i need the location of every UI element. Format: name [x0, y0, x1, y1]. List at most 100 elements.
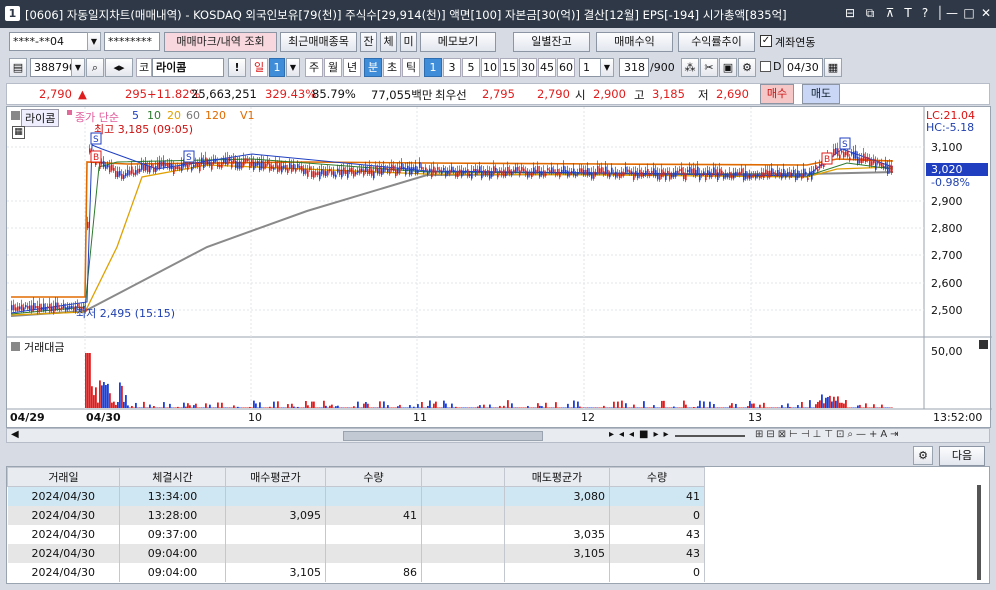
search-icon[interactable]: ⌕	[86, 58, 104, 77]
interval-30[interactable]: 30	[519, 58, 537, 77]
price-chart[interactable]: SBSBS 라이콤 종가 단순 5 10 20 60 120 V1 ▦ 최고 3…	[6, 106, 992, 429]
header-sell-avg[interactable]: 매도평균가	[504, 467, 610, 487]
sell-button[interactable]: 매도	[802, 84, 840, 104]
chart-type-icon[interactable]: ▤	[9, 58, 27, 77]
title-bar: 1 [0606] 자동일지차트(매매내역) - KOSDAQ 외국인보유[79(…	[0, 0, 996, 28]
period-unit[interactable]: 일	[250, 58, 268, 77]
header-sell-qty[interactable]: 수량	[609, 467, 705, 487]
table-row[interactable]: 2024/04/30 13:34:00 3,080 41	[7, 486, 705, 506]
volume-bar	[533, 407, 535, 408]
table-cell: 09:37:00	[119, 524, 226, 544]
trade-profit-button[interactable]: 매매수익	[596, 32, 673, 52]
return-trend-button[interactable]: 수익률추이	[678, 32, 755, 52]
account-link-checkbox[interactable]: ✓	[760, 35, 772, 47]
volume-bar	[701, 407, 703, 408]
tab-month[interactable]: 월	[324, 58, 342, 77]
settings-gear-icon[interactable]: ⚙	[913, 446, 933, 465]
unfilled-small-button[interactable]: 미	[400, 32, 417, 52]
password-input[interactable]: ********	[104, 32, 160, 51]
header-time[interactable]: 체결시간	[119, 467, 226, 487]
tools-icon[interactable]: ✂	[700, 58, 718, 77]
code-dropdown-icon[interactable]: ▼	[71, 58, 85, 77]
volume-bar	[687, 407, 689, 408]
layout-icon[interactable]: ⊟	[842, 5, 858, 21]
font-icon[interactable]: T	[900, 5, 916, 21]
interval-5[interactable]: 5	[462, 58, 480, 77]
account-dropdown-icon[interactable]: ▼	[87, 32, 101, 51]
x-label: 13	[748, 411, 762, 424]
indicator-icon[interactable]: ⁂	[681, 58, 699, 77]
stock-nav-icon[interactable]: ◂▸	[105, 58, 133, 77]
alert-icon[interactable]: !	[228, 58, 246, 77]
pin-icon[interactable]: ⊼	[882, 5, 898, 21]
header-date[interactable]: 거래일	[7, 467, 120, 487]
maximize-icon[interactable]: □	[961, 5, 977, 21]
tab-tick[interactable]: 틱	[402, 58, 420, 77]
help-icon[interactable]: ?	[917, 5, 933, 21]
account-input[interactable]: ****-**04	[9, 32, 89, 51]
scroll-strip[interactable]: ◀ ▸◂◂■▸▸ ⊞⊟⊠⊢⊣⊥⊤⊡⌕—+A⇥	[6, 428, 990, 443]
memo-button[interactable]: 메모보기	[420, 32, 496, 52]
stock-code-input[interactable]: 388790	[30, 58, 72, 77]
volume-bar	[179, 407, 181, 408]
trade-mark-query-button[interactable]: 매매마크/내역 조회	[164, 32, 277, 52]
price-candle	[73, 306, 75, 311]
table-row[interactable]: 2024/04/30 09:04:00 3,105 43	[7, 543, 705, 563]
header-buy-qty[interactable]: 수량	[325, 467, 422, 487]
next-button[interactable]: 다음	[939, 446, 985, 466]
pane-close-icon[interactable]	[979, 340, 988, 349]
recent-trades-button[interactable]: 최근매매종목	[280, 32, 357, 52]
zoom-slider[interactable]	[675, 435, 745, 437]
volume-bar	[583, 407, 585, 408]
table-row[interactable]: 2024/04/30 09:04:00 3,105 86 0	[7, 562, 705, 582]
stock-name-field[interactable]: 라이콤	[152, 58, 224, 77]
restore-icon[interactable]: ⧉	[862, 5, 878, 21]
balance-small-button[interactable]: 잔	[360, 32, 377, 52]
tab-minute[interactable]: 분	[364, 58, 382, 77]
count-dropdown-icon[interactable]: ▼	[600, 58, 614, 77]
close-icon[interactable]: ✕	[978, 5, 994, 21]
interval-3[interactable]: 3	[443, 58, 461, 77]
data-count-input[interactable]: 318	[619, 58, 649, 77]
interval-10[interactable]: 10	[481, 58, 499, 77]
table-row[interactable]: 2024/04/30 13:28:00 3,095 41 0	[7, 505, 705, 525]
daily-balance-button[interactable]: 일별잔고	[513, 32, 590, 52]
gear-icon[interactable]: ⚙	[738, 58, 756, 77]
table-row[interactable]: 2024/04/30 09:37:00 3,035 43	[7, 524, 705, 544]
scroll-thumb[interactable]	[343, 431, 543, 441]
save-icon[interactable]: ▣	[719, 58, 737, 77]
minimize-icon[interactable]: —	[944, 5, 960, 21]
interval-45[interactable]: 45	[538, 58, 556, 77]
tab-week[interactable]: 주	[305, 58, 323, 77]
header-buy-avg[interactable]: 매수평균가	[225, 467, 326, 487]
grid-toggle-icon[interactable]: ▦	[12, 126, 25, 139]
volume-bar	[365, 402, 367, 408]
buy-button[interactable]: 매수	[760, 84, 794, 104]
drawing-tools-icon[interactable]: ⊞⊟⊠⊢⊣⊥⊤⊡⌕—+A⇥	[755, 429, 902, 440]
price-candle	[299, 166, 301, 170]
period-dropdown-icon[interactable]: ▼	[286, 58, 300, 77]
interval-60[interactable]: 60	[557, 58, 575, 77]
price-candle	[421, 166, 423, 170]
table-scrollbar[interactable]	[977, 485, 981, 580]
volume-bar	[111, 402, 113, 408]
volume-bar	[359, 407, 361, 408]
interval-15[interactable]: 15	[500, 58, 518, 77]
nav-controls-icon[interactable]: ▸◂◂■▸▸	[609, 429, 674, 440]
date-input[interactable]: 04/30	[783, 58, 823, 77]
volume-bar	[613, 401, 615, 408]
price-candle	[21, 304, 23, 311]
tab-second[interactable]: 초	[383, 58, 401, 77]
price-candle	[773, 171, 775, 174]
interval-1[interactable]: 1	[424, 58, 442, 77]
tab-year[interactable]: 년	[343, 58, 361, 77]
filled-small-button[interactable]: 체	[380, 32, 397, 52]
scroll-left-icon[interactable]: ◀	[11, 429, 19, 440]
calendar-icon[interactable]: ▦	[824, 58, 842, 77]
date-checkbox[interactable]	[760, 61, 771, 72]
chart-canvas[interactable]: SB S BS	[7, 107, 992, 429]
volume-bar	[689, 407, 691, 408]
period-number[interactable]: 1	[269, 58, 285, 77]
price-candle	[481, 170, 483, 179]
count-select[interactable]: 1	[579, 58, 601, 77]
